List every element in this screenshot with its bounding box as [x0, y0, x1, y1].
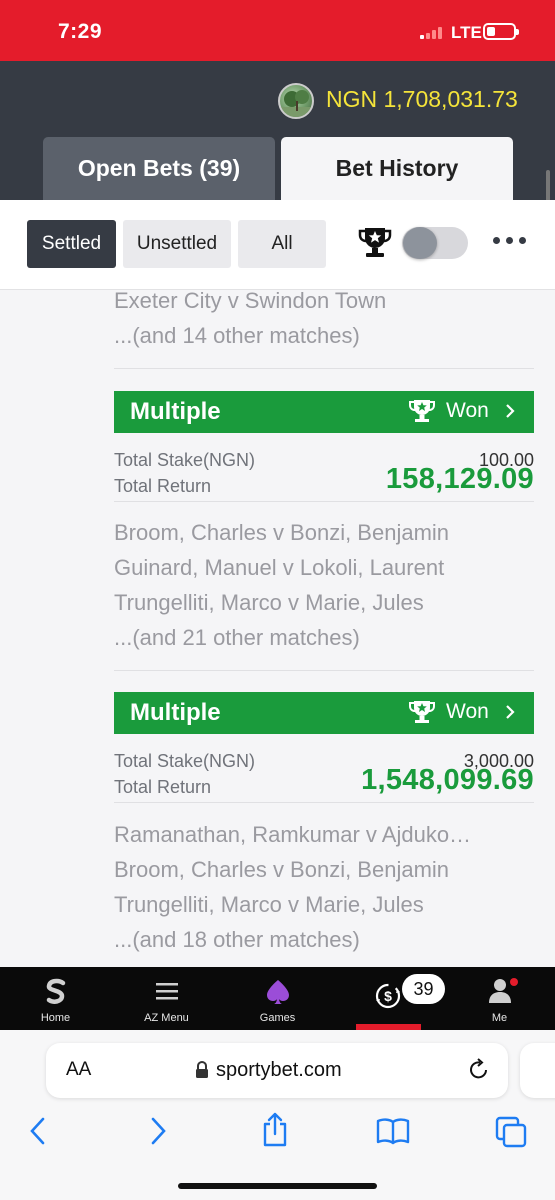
trophy-star-icon[interactable]: [357, 224, 393, 260]
match-line: Ramanathan, Ramkumar v Ajduko…: [114, 822, 472, 847]
bookmarks-icon[interactable]: [376, 1116, 410, 1146]
filter-bar: Settled Unsettled All: [0, 200, 555, 290]
bottom-nav: Home AZ Menu Games $ Me: [0, 967, 555, 1030]
bet-status: Won: [407, 398, 516, 424]
nav-label: Home: [40, 1012, 71, 1024]
return-value: 1,548,099.69: [361, 764, 534, 796]
bet-status-label: Won: [446, 399, 489, 422]
url-text[interactable]: sportybet.com: [216, 1059, 342, 1082]
match-line: ...(and 21 other matches): [114, 625, 360, 650]
nav-games[interactable]: Games: [222, 967, 333, 1030]
status-bar: 7:29 LTE: [0, 0, 555, 61]
filter-unsettled-button[interactable]: Unsettled: [123, 220, 231, 268]
battery-icon: [483, 23, 519, 40]
bet-status: Won: [407, 699, 516, 725]
match-line: Exeter City v Swindon Town: [114, 290, 387, 313]
next-tab-preview[interactable]: [520, 1043, 555, 1098]
nav-home[interactable]: Home: [0, 967, 111, 1030]
share-icon[interactable]: [260, 1112, 290, 1148]
toggle-knob: [403, 227, 437, 259]
nav-label: Me: [491, 1012, 508, 1024]
divider: [114, 368, 534, 369]
menu-icon: [155, 983, 178, 1000]
tabs-icon[interactable]: [495, 1116, 527, 1148]
tab-bet-history[interactable]: Bet History: [281, 137, 513, 200]
notification-dot: [510, 978, 518, 986]
bet-type: Multiple: [130, 398, 221, 425]
nav-label: AZ Menu: [144, 1012, 189, 1024]
won-only-toggle[interactable]: [402, 227, 468, 259]
return-label: Total Return: [114, 476, 212, 496]
bet-banner[interactable]: Multiple Won: [114, 391, 534, 433]
chevron-right-icon: [506, 404, 515, 418]
spade-icon: [266, 980, 289, 1004]
tab-open-bets[interactable]: Open Bets (39): [43, 137, 275, 200]
return-label: Total Return: [114, 777, 212, 797]
user-icon: [488, 979, 511, 1003]
stake-label: Total Stake(NGN): [114, 450, 256, 470]
chevron-right-icon: [506, 705, 515, 719]
more-dots-icon[interactable]: [493, 237, 526, 244]
trophy-icon: [409, 400, 435, 422]
match-line: Broom, Charles v Bonzi, Benjamin: [114, 520, 450, 545]
aa-label: AA: [66, 1059, 92, 1080]
nav-me[interactable]: Me: [444, 967, 555, 1030]
home-indicator: [178, 1183, 377, 1189]
account-balance: NGN 1,708,031.73: [326, 86, 518, 112]
signal-icon: [420, 27, 442, 39]
stake-label: Total Stake(NGN): [114, 751, 256, 771]
reader-aa-button[interactable]: AA: [66, 1059, 91, 1081]
bet-slip-icon: $: [375, 983, 401, 1009]
bet-type: Multiple: [130, 699, 221, 726]
open-bets-count-badge: 39: [402, 974, 445, 1004]
avatar[interactable]: [278, 83, 314, 119]
network-label: LTE: [451, 23, 482, 42]
filter-settled-button[interactable]: Settled: [27, 220, 116, 268]
match-line: Trungelliti, Marco v Marie, Jules: [114, 892, 424, 917]
nav-az-menu[interactable]: AZ Menu: [111, 967, 222, 1030]
status-time: 7:29: [58, 20, 103, 43]
match-line: Broom, Charles v Bonzi, Benjamin: [114, 857, 450, 882]
bet-banner[interactable]: Multiple Won: [114, 692, 534, 734]
reload-icon[interactable]: [468, 1058, 490, 1082]
return-value: 158,129.09: [385, 463, 534, 495]
lock-icon: [196, 1061, 208, 1078]
divider: [114, 802, 534, 803]
bet-history-list[interactable]: Exeter City v Swindon Town ...(and 14 ot…: [0, 290, 555, 967]
sporty-logo-icon: [46, 978, 65, 1004]
divider: [114, 670, 534, 671]
back-icon[interactable]: [28, 1116, 48, 1146]
divider: [114, 501, 534, 502]
match-line: Trungelliti, Marco v Marie, Jules: [114, 590, 424, 615]
nav-label: Games: [259, 1012, 296, 1024]
filter-all-button[interactable]: All: [238, 220, 326, 268]
match-line: Guinard, Manuel v Lokoli, Laurent: [114, 555, 445, 580]
match-line: ...(and 18 other matches): [114, 927, 360, 952]
match-line: ...(and 14 other matches): [114, 323, 360, 348]
trophy-icon: [409, 701, 435, 723]
bet-status-label: Won: [446, 700, 489, 723]
forward-icon[interactable]: [148, 1116, 168, 1146]
svg-text:$: $: [384, 988, 392, 1004]
